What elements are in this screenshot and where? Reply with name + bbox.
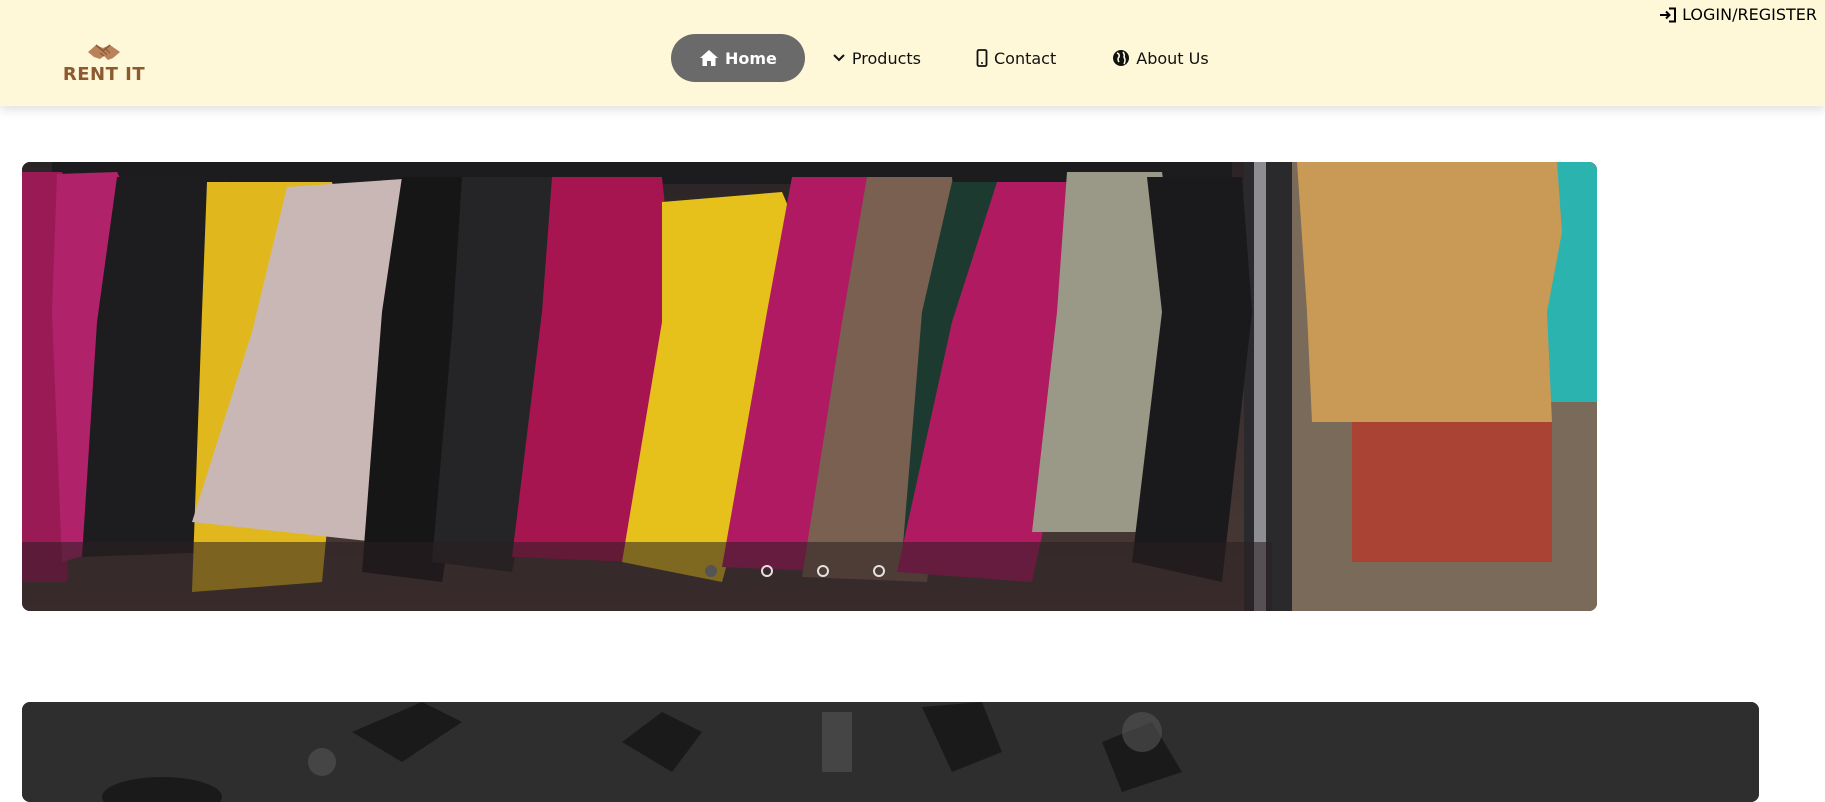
nav-contact-label: Contact — [994, 48, 1057, 68]
top-header: RENT IT Home Products Contact About Us L… — [0, 0, 1825, 106]
sign-in-icon — [1660, 7, 1677, 22]
brand-logo[interactable]: RENT IT — [62, 42, 146, 94]
secondary-banner-image — [22, 702, 1759, 802]
carousel-dot-1[interactable] — [705, 565, 717, 577]
hero-image — [22, 162, 1597, 611]
logo-text: RENT IT — [62, 64, 146, 85]
carousel-dot-3[interactable] — [817, 565, 829, 577]
login-register-label: LOGIN/REGISTER — [1682, 5, 1817, 24]
handshake-icon — [88, 44, 120, 60]
nav-home-label: Home — [725, 48, 777, 68]
nav-products[interactable]: Products — [832, 49, 921, 68]
carousel-indicators — [705, 565, 885, 577]
carousel-dot-2[interactable] — [761, 565, 773, 577]
nav-home[interactable]: Home — [671, 34, 805, 82]
secondary-banner — [22, 702, 1759, 802]
nav-about[interactable]: About Us — [1112, 48, 1209, 68]
mobile-phone-icon — [976, 49, 988, 67]
carousel-dot-4[interactable] — [873, 565, 885, 577]
globe-icon — [1113, 50, 1130, 66]
nav-products-label: Products — [851, 48, 921, 68]
main-nav: Home Products Contact About Us — [671, 34, 1209, 82]
home-icon — [700, 50, 718, 66]
chevron-down-icon — [833, 54, 845, 62]
login-register-link[interactable]: LOGIN/REGISTER — [1659, 5, 1817, 24]
hero-carousel[interactable] — [22, 162, 1597, 611]
nav-about-label: About Us — [1136, 48, 1209, 68]
nav-contact[interactable]: Contact — [976, 49, 1056, 68]
